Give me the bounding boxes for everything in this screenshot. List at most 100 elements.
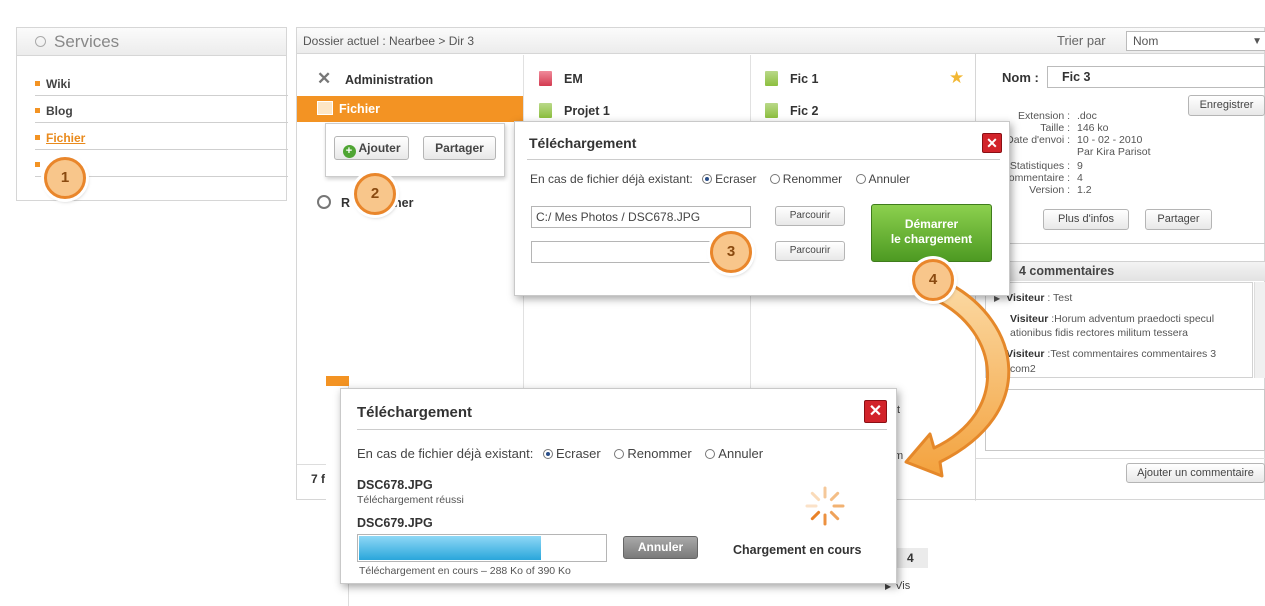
uploaded-file-name: DSC678.JPG [357, 478, 433, 492]
add-button-label: Ajouter [358, 141, 401, 155]
dialog-divider [527, 159, 1000, 160]
nav-item-label: R [341, 196, 351, 210]
service-item-label: Blog [46, 104, 73, 118]
radio-icon [702, 174, 713, 184]
loading-spinner-icon [805, 486, 845, 526]
existing-label: En cas de fichier déjà existant: [530, 172, 693, 186]
comment-item: Visiteur :Horum adventum praedocti specu… [1010, 312, 1250, 340]
add-comment-button[interactable]: Ajouter un commentaire [1126, 463, 1265, 483]
upload-progress-bar [357, 534, 607, 562]
file-item-projet-1[interactable]: Projet 1 [539, 100, 610, 122]
comment-text: : Test [1044, 292, 1073, 304]
service-item-label: Wiki [46, 77, 71, 91]
browse-label: Parcourir [789, 245, 831, 256]
dialog-divider [357, 429, 887, 430]
more-info-label: Plus d'infos [1058, 213, 1114, 225]
green-file-icon [539, 103, 552, 118]
progress-fill [359, 536, 541, 560]
file-label: EM [564, 72, 583, 86]
start-upload-button[interactable]: Démarrer le chargement [871, 204, 992, 262]
sort-label: Trier par [1057, 33, 1106, 48]
cancel-upload-button[interactable]: Annuler [623, 536, 698, 559]
nav-item-fichier[interactable]: Fichier [297, 96, 523, 122]
radio-overwrite[interactable]: Ecraser [702, 172, 756, 186]
meta-value: .doc [1077, 110, 1097, 122]
upload-progress-text: Téléchargement en cours – 288 Ko of 390 … [359, 565, 571, 577]
file-item-fic-1[interactable]: Fic 1 [765, 68, 819, 90]
save-button[interactable]: Enregistrer [1188, 95, 1265, 116]
step-marker-3: 3 [710, 231, 752, 273]
service-item-blog[interactable]: Blog [35, 99, 288, 123]
more-info-button[interactable]: Plus d'infos [1043, 209, 1129, 230]
browse-label: Parcourir [789, 210, 831, 221]
radio-cancel[interactable]: Annuler [705, 446, 763, 461]
file-label: Fic 1 [790, 72, 819, 86]
radio-icon [705, 449, 716, 459]
radio-icon [542, 449, 553, 459]
save-button-label: Enregistrer [1199, 99, 1254, 111]
radio-icon [769, 174, 780, 184]
radio-icon [614, 449, 625, 459]
services-title: Services [54, 32, 120, 51]
service-item-label: Fichier [46, 131, 86, 145]
share-button[interactable]: Partager [423, 136, 496, 160]
bullet-icon [35, 135, 40, 140]
breadcrumb: Dossier actuel : Nearbee > Dir 3 [303, 34, 475, 48]
radio-overwrite[interactable]: Ecraser [542, 446, 601, 461]
plus-circle-icon: + [342, 145, 356, 158]
radio-label: Annuler [718, 446, 764, 461]
detail-share-button[interactable]: Partager [1145, 209, 1212, 230]
star-icon[interactable]: ★ [949, 68, 964, 88]
close-icon[interactable]: ✕ [982, 133, 1002, 153]
cancel-upload-label: Annuler [637, 540, 684, 554]
add-button[interactable]: + Ajouter [334, 136, 409, 160]
folder-icon [317, 101, 333, 115]
nav-item-administration[interactable]: ✕ Administration [297, 66, 523, 92]
step-arrow-icon [904, 282, 1011, 478]
radio-label: Annuler [868, 172, 910, 186]
comments-scrollbar[interactable] [1254, 282, 1265, 378]
radio-label: Renommer [627, 446, 692, 461]
loading-label: Chargement en cours [733, 543, 862, 557]
green-file-icon [765, 71, 778, 86]
upload-dialog-progress: Téléchargement ✕ En cas de fichier déjà … [340, 388, 897, 584]
meta-author: Par Kira Parisot [1077, 146, 1151, 158]
detail-name-input[interactable]: Fic 3 [1047, 66, 1265, 88]
existing-label: En cas de fichier déjà existant: [357, 446, 534, 461]
file-label: Projet 1 [564, 104, 610, 118]
file-item-em[interactable]: EM [539, 68, 583, 90]
existing-file-options: En cas de fichier déjà existant: Ecraser… [357, 446, 763, 461]
radio-cancel[interactable]: Annuler [855, 172, 910, 186]
fichier-action-popup: + Ajouter Partager [325, 123, 505, 177]
step-marker-1: 1 [44, 157, 86, 199]
browse-button-2[interactable]: Parcourir [775, 241, 845, 261]
start-label-2: le chargement [890, 232, 973, 246]
add-comment-label: Ajouter un commentaire [1137, 467, 1254, 479]
dialog-title: Téléchargement [357, 404, 473, 421]
file-item-fic-2[interactable]: Fic 2 [765, 100, 819, 122]
radio-rename[interactable]: Renommer [769, 172, 842, 186]
meta-value: 146 ko [1077, 122, 1109, 134]
browse-button-1[interactable]: Parcourir [775, 206, 845, 226]
green-file-icon [765, 103, 778, 118]
nav-item-search[interactable]: Rher [297, 190, 523, 216]
close-icon[interactable]: ✕ [864, 400, 887, 423]
bullet-icon [35, 81, 40, 86]
share-button-label: Partager [435, 141, 484, 155]
sort-select[interactable]: Nom ▼ [1126, 31, 1265, 51]
radio-rename[interactable]: Renommer [614, 446, 692, 461]
file-path-input-1[interactable]: C:/ Mes Photos / DSC678.JPG [531, 206, 751, 228]
bullet-icon [35, 162, 40, 167]
dialog-title: Téléchargement [529, 135, 637, 151]
bullet-icon [35, 108, 40, 113]
service-item-wiki[interactable]: Wiki [35, 72, 288, 96]
sort-value: Nom [1133, 34, 1159, 48]
service-item-fichier[interactable]: Fichier [35, 126, 288, 150]
nav-item-label-tail: her [394, 196, 414, 210]
radio-icon [855, 174, 866, 184]
file-count: 7 f [311, 472, 326, 486]
search-icon [317, 195, 331, 209]
circle-icon [35, 36, 46, 47]
comment-text: :Test commentaires commentaires 3 [1044, 348, 1217, 360]
meta-value: 10 - 02 - 2010 [1077, 134, 1143, 146]
